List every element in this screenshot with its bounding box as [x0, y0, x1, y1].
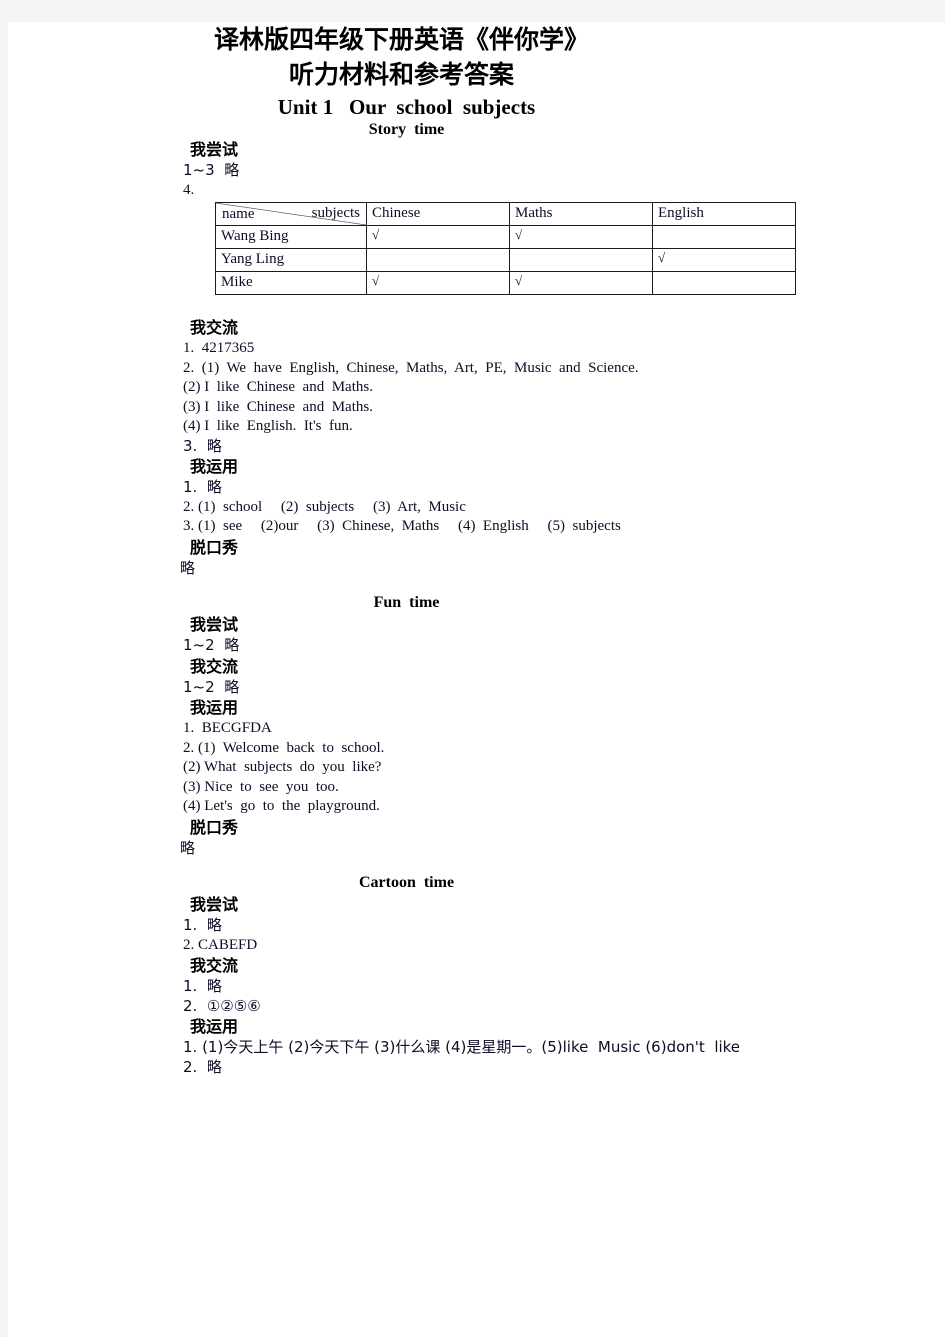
table-header-row: subjects name Chinese Maths English — [215, 202, 796, 226]
table-row: Mike √ √ — [215, 271, 796, 295]
document-page: 译林版四年级下册英语《伴你学》 听力材料和参考答案 Unit 1 Our sch… — [8, 22, 945, 1337]
table-header-english: English — [652, 202, 796, 226]
row-name-wang-bing: Wang Bing — [215, 225, 367, 249]
check-icon: √ — [372, 273, 380, 288]
document-content: 译林版四年级下册英语《伴你学》 听力材料和参考答案 Unit 1 Our sch… — [8, 22, 945, 1077]
cell-wang-bing-english — [652, 225, 796, 249]
cartoon-try-line-1: 1. 略 — [183, 916, 222, 934]
unit-title: Unit 1 Our school subjects — [277, 95, 536, 119]
story-apply-line-1: 1. 略 — [183, 478, 222, 496]
section-heading-try-story: 我尝试 — [190, 140, 239, 159]
fun-talkshow-answer: 略 — [180, 838, 196, 857]
section-heading-apply-cartoon: 我运用 — [190, 1017, 239, 1036]
story-apply-line-2: 2. (1) school (2) subjects (3) Art, Musi… — [183, 498, 466, 515]
fun-apply-line-5: (4) Let's go to the playground. — [183, 798, 380, 814]
story-communicate-line-1: 1. 4217365 — [183, 340, 255, 356]
part-title-cartoon-time: Cartoon time — [358, 874, 455, 891]
cartoon-apply-line-2: 2. 略 — [183, 1057, 222, 1076]
story-communicate-line-2: 2. (1) We have English, Chinese, Maths, … — [183, 359, 639, 376]
fun-apply-line-3: (2) What subjects do you like? — [183, 759, 382, 775]
subjects-table-wrapper: subjects name Chinese Maths English Wang… — [215, 202, 796, 295]
check-icon: √ — [658, 250, 666, 265]
section-heading-apply-story: 我运用 — [190, 457, 239, 476]
table-row: Yang Ling √ — [215, 248, 796, 272]
cell-yang-ling-chinese — [366, 248, 510, 272]
check-icon: √ — [515, 227, 523, 242]
story-communicate-line-3: (2) I like Chinese and Maths. — [183, 379, 373, 395]
document-title-line-1: 译林版四年级下册英语《伴你学》 — [213, 25, 589, 54]
story-try-line-1: 1~3 略 — [183, 161, 240, 179]
document-title-line-2: 听力材料和参考答案 — [288, 60, 514, 89]
cell-mike-chinese: √ — [366, 271, 510, 295]
check-icon: √ — [515, 273, 523, 288]
fun-apply-line-2: 2. (1) Welcome back to school. — [183, 739, 385, 756]
fun-apply-line-4: (3) Nice to see you too. — [183, 778, 339, 795]
cell-wang-bing-maths: √ — [509, 225, 653, 249]
section-heading-communicate-cartoon: 我交流 — [190, 956, 239, 975]
section-heading-communicate-fun: 我交流 — [190, 656, 239, 676]
story-apply-line-3: 3. (1) see (2)our (3) Chinese, Maths (4)… — [183, 518, 621, 534]
check-icon: √ — [372, 227, 380, 242]
fun-apply-line-1: 1. BECGFDA — [183, 720, 272, 736]
cell-yang-ling-maths — [509, 248, 653, 272]
subjects-table: subjects name Chinese Maths English Wang… — [215, 202, 796, 295]
cell-wang-bing-chinese: √ — [366, 225, 510, 249]
section-heading-try-fun: 我尝试 — [190, 615, 239, 634]
cell-mike-maths: √ — [509, 271, 653, 295]
fun-communicate-answer: 1~2 略 — [183, 677, 240, 696]
cartoon-communicate-line-2: 2. ①②⑤⑥ — [183, 996, 261, 1015]
row-name-yang-ling: Yang Ling — [215, 248, 367, 272]
story-communicate-line-6: 3. 略 — [183, 436, 222, 455]
section-heading-communicate-story: 我交流 — [190, 318, 239, 337]
cartoon-try-line-2: 2. CABEFD — [183, 936, 258, 953]
cell-mike-english — [652, 271, 796, 295]
cell-yang-ling-english: √ — [652, 248, 796, 272]
cartoon-communicate-line-1: 1. 略 — [183, 977, 222, 995]
story-talkshow-answer: 略 — [180, 558, 196, 577]
table-header-maths: Maths — [509, 202, 653, 226]
table-header-chinese: Chinese — [366, 202, 510, 226]
table-corner-cell: subjects name — [215, 202, 367, 226]
story-communicate-line-5: (4) I like English. It's fun. — [183, 418, 353, 434]
cartoon-apply-line-1: 1. (1)今天上午 (2)今天下午 (3)什么课 (4)是星期一。(5)lik… — [183, 1038, 741, 1056]
table-row: Wang Bing √ √ — [215, 225, 796, 249]
story-communicate-line-4: (3) I like Chinese and Maths. — [183, 398, 373, 415]
section-heading-apply-fun: 我运用 — [190, 698, 239, 717]
corner-name-label: name — [222, 206, 255, 222]
row-name-mike: Mike — [215, 271, 367, 295]
corner-subjects-label: subjects — [311, 205, 360, 221]
story-try-line-2: 4. — [183, 181, 195, 198]
part-title-story-time: Story time — [368, 121, 445, 138]
section-heading-talkshow-story: 脱口秀 — [190, 537, 239, 557]
part-title-fun-time: Fun time — [373, 594, 440, 611]
fun-try-answer: 1~2 略 — [183, 636, 240, 654]
section-heading-try-cartoon: 我尝试 — [190, 895, 239, 914]
document-title: 译林版四年级下册英语《伴你学》 听力材料和参考答案 — [8, 22, 945, 92]
section-heading-talkshow-fun: 脱口秀 — [190, 817, 239, 837]
